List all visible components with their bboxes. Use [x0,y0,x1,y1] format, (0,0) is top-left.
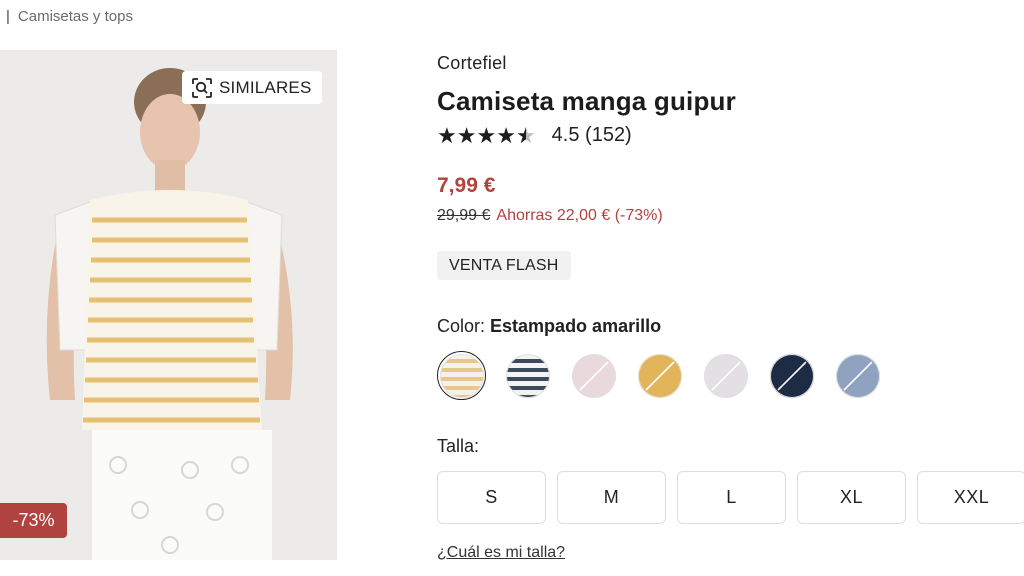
size-button-m[interactable]: M [557,471,666,524]
breadcrumb-current[interactable]: Camisetas y tops [18,8,133,25]
brand-name[interactable]: Cortefiel [437,53,507,74]
unavailable-slash-icon [578,360,609,391]
similar-label: SIMILARES [219,77,312,97]
size-options: S M L XL XXL [437,471,1024,524]
size-button-l[interactable]: L [677,471,786,524]
flash-sale-badge: VENTA FLASH [437,251,571,280]
size-button-xl[interactable]: XL [797,471,906,524]
star-icon: ★ [496,122,516,148]
selected-color: Estampado amarillo [490,316,662,336]
light-grey-swatch[interactable] [701,351,750,400]
unavailable-slash-icon [842,360,873,391]
stripe-navy-swatch[interactable] [503,351,552,400]
size-label: Talla: [437,436,480,456]
size-button-s[interactable]: S [437,471,546,524]
color-label: Color: [437,316,486,336]
price-details: 29,99 € Ahorras 22,00 € (-73%) [437,207,663,225]
swatch-fill [637,353,682,398]
unavailable-slash-icon [644,360,675,391]
product-title: Camiseta manga guipur [437,86,736,116]
swatch-fill [703,353,748,398]
yellow-swatch[interactable] [635,351,684,400]
swatch-fill [835,353,880,398]
product-image[interactable] [0,50,337,560]
star-icon: ★ [456,122,477,148]
rating[interactable]: ★ ★ ★ ★ ★ 4.5 (152) [437,124,632,147]
color-label-row: Color: Estampado amarillo [437,316,661,337]
swatch-fill [571,353,616,398]
visual-search-icon [192,77,212,98]
breadcrumb: | Camisetas y tops [6,8,133,25]
savings-text: Ahorras 22,00 € (-73%) [496,207,663,224]
swatch-fill [505,353,550,398]
half-star-icon: ★ [515,122,536,148]
color-swatches [437,351,882,400]
rating-stars: ★ ★ ★ ★ ★ [437,122,536,148]
stripe-yellow-swatch[interactable] [437,351,486,400]
discount-tag: -73% [0,503,67,538]
size-button-xxl[interactable]: XXL [917,471,1024,524]
swatch-fill [439,353,484,398]
navy-swatch[interactable] [767,351,816,400]
rating-text: 4.5 (152) [551,124,632,146]
breadcrumb-separator: | [6,8,10,25]
star-icon: ★ [476,122,497,148]
unavailable-slash-icon [776,360,807,391]
pink-swatch[interactable] [569,351,618,400]
size-guide-link[interactable]: ¿Cuál es mi talla? [437,544,565,562]
star-icon: ★ [437,122,457,148]
swatch-fill [769,353,814,398]
unavailable-slash-icon [710,360,741,391]
similar-button[interactable]: SIMILARES [182,71,322,104]
light-blue-swatch[interactable] [833,351,882,400]
old-price: 29,99 € [437,207,491,224]
current-price: 7,99 € [437,174,496,197]
